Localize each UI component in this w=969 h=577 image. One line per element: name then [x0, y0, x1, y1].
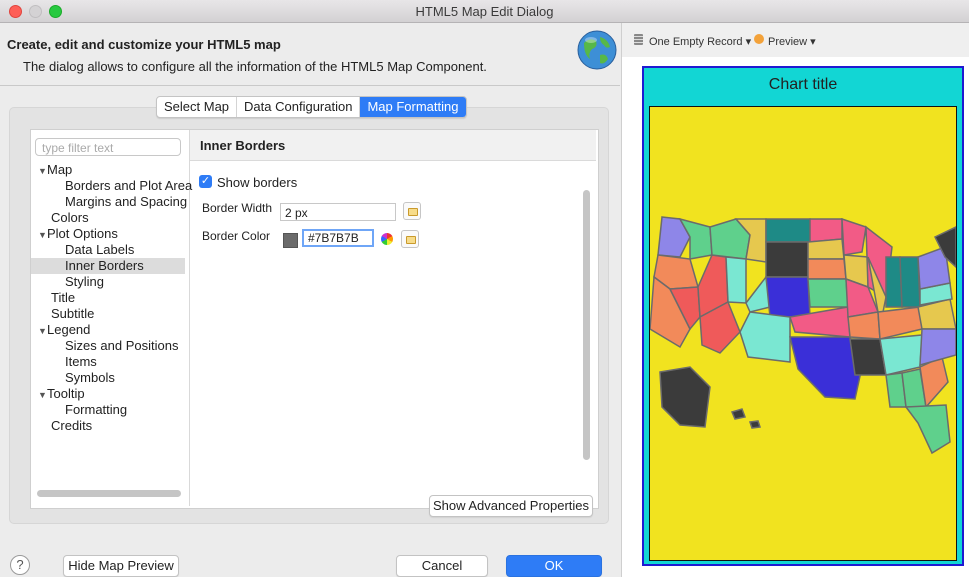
- tab-select-map[interactable]: Select Map: [157, 97, 238, 117]
- state-region: [879, 334, 923, 376]
- tree-item-legend[interactable]: ▼Legend: [38, 322, 192, 338]
- preview-dropdown[interactable]: Preview ▾: [768, 35, 816, 48]
- us-states-map[interactable]: [650, 107, 956, 560]
- color-wheel-icon[interactable]: [381, 233, 393, 245]
- header-title: Create, edit and customize your HTML5 ma…: [7, 37, 281, 52]
- state-region: [725, 256, 747, 304]
- tab-bar: Select Map Data Configuration Map Format…: [156, 96, 467, 118]
- state-region: [765, 241, 809, 278]
- tree-item-label: Tooltip: [47, 386, 85, 401]
- dialog-main: Create, edit and customize your HTML5 ma…: [0, 23, 620, 577]
- cancel-button[interactable]: Cancel: [396, 555, 488, 577]
- state-region: [919, 328, 956, 367]
- tree-item-label: Legend: [47, 322, 91, 337]
- disclosure-triangle-icon[interactable]: ▼: [38, 387, 47, 403]
- tree-item-label: Plot Options: [47, 226, 118, 241]
- show-borders-checkbox[interactable]: ✓: [199, 175, 212, 188]
- chart-title: Chart title: [768, 76, 838, 93]
- border-width-expression-button[interactable]: [403, 202, 421, 220]
- state-region: [807, 258, 847, 280]
- window-title: HTML5 Map Edit Dialog: [415, 4, 554, 19]
- state-region: [748, 420, 762, 429]
- state-region: [877, 306, 923, 340]
- tree-item-inner-borders[interactable]: Inner Borders: [31, 258, 185, 274]
- vertical-scrollbar[interactable]: [583, 190, 590, 460]
- database-icon: [634, 34, 643, 45]
- tree-item-map[interactable]: ▼Map: [38, 162, 192, 178]
- tab-data-configuration[interactable]: Data Configuration: [237, 97, 361, 117]
- section-header: Inner Borders: [190, 130, 596, 161]
- record-selector[interactable]: One Empty Record ▾: [649, 35, 751, 48]
- properties-area: Inner Borders ✓ Show borders Border Widt…: [190, 130, 596, 506]
- state-region: [807, 278, 849, 308]
- preview-toolbar: One Empty Record ▾ Preview ▾: [622, 23, 969, 57]
- hide-map-preview-button[interactable]: Hide Map Preview: [63, 555, 179, 577]
- state-region: [659, 366, 711, 428]
- header-description: The dialog allows to configure all the i…: [23, 59, 487, 74]
- preview-icon: [754, 34, 764, 44]
- help-icon[interactable]: ?: [10, 555, 30, 575]
- tree-item-colors[interactable]: Colors: [51, 210, 205, 226]
- border-width-input[interactable]: 2 px: [280, 203, 396, 221]
- tree-item-title[interactable]: Title: [51, 290, 205, 306]
- tree-item-plot-options[interactable]: ▼Plot Options: [38, 226, 192, 242]
- tab-map-formatting[interactable]: Map Formatting: [360, 97, 466, 117]
- tree-item-subtitle[interactable]: Subtitle: [51, 306, 205, 322]
- state-region: [899, 256, 921, 308]
- show-advanced-properties-button[interactable]: Show Advanced Properties: [429, 495, 593, 517]
- state-region: [847, 311, 881, 340]
- state-region: [765, 218, 811, 243]
- tree-item-credits[interactable]: Credits: [51, 418, 205, 434]
- formatting-pane: type filter text ▼Map Borders and Plot A…: [30, 129, 599, 509]
- disclosure-triangle-icon[interactable]: ▼: [38, 163, 47, 179]
- state-region: [904, 404, 951, 455]
- tree-item-tooltip[interactable]: ▼Tooltip: [38, 386, 192, 402]
- show-borders-label: Show borders: [217, 175, 298, 190]
- globe-icon: [577, 30, 617, 70]
- disclosure-triangle-icon[interactable]: ▼: [38, 227, 47, 243]
- section-title: Inner Borders: [200, 138, 286, 153]
- filter-input[interactable]: type filter text: [35, 138, 181, 156]
- border-color-label: Border Color: [202, 229, 271, 243]
- state-region: [809, 218, 843, 243]
- border-width-label: Border Width: [202, 201, 273, 215]
- border-color-expression-button[interactable]: [401, 230, 419, 248]
- tree-item-label: Map: [47, 162, 73, 177]
- options-tree: type filter text ▼Map Borders and Plot A…: [31, 130, 192, 506]
- window-titlebar: HTML5 Map Edit Dialog: [0, 0, 969, 23]
- state-region: [739, 311, 791, 363]
- horizontal-scrollbar[interactable]: [37, 490, 181, 497]
- disclosure-triangle-icon[interactable]: ▼: [38, 323, 47, 339]
- state-region: [765, 276, 811, 318]
- border-color-input[interactable]: #7B7B7B: [302, 229, 374, 247]
- map-plot-area: [649, 106, 957, 561]
- state-region: [730, 408, 747, 420]
- ok-button[interactable]: OK: [506, 555, 602, 577]
- state-region: [807, 238, 845, 260]
- border-color-swatch[interactable]: [283, 233, 298, 248]
- state-region: [841, 217, 867, 256]
- header-separator: [0, 85, 620, 86]
